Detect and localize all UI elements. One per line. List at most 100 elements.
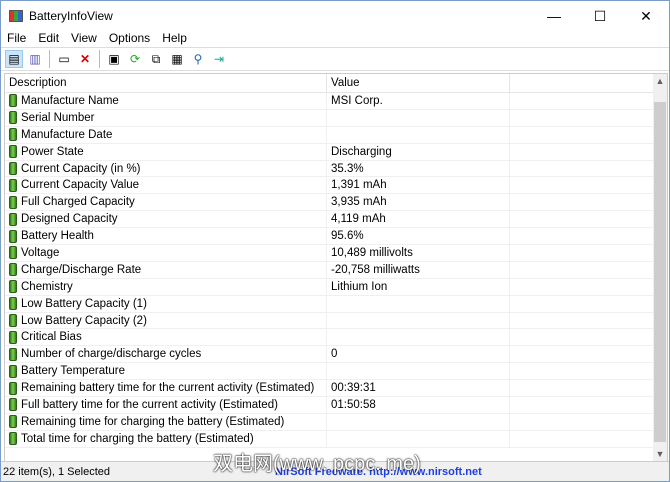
table-row[interactable]: Critical Bias bbox=[5, 329, 667, 347]
menu-help[interactable]: Help bbox=[162, 31, 187, 46]
row-description: Battery Temperature bbox=[21, 365, 125, 378]
table-row[interactable]: Full Charged Capacity 3,935 mAh bbox=[5, 194, 667, 212]
row-empty-cell bbox=[510, 430, 655, 447]
row-empty-cell bbox=[510, 261, 655, 278]
row-empty-cell bbox=[510, 194, 655, 211]
vertical-scrollbar[interactable]: ▲ ▼ bbox=[653, 74, 667, 461]
close-button[interactable]: ✕ bbox=[623, 1, 669, 31]
table-row[interactable]: Low Battery Capacity (1) bbox=[5, 295, 667, 313]
table-row[interactable]: Remaining battery time for the current a… bbox=[5, 380, 667, 398]
row-value bbox=[327, 109, 510, 126]
battery-icon bbox=[9, 145, 17, 159]
title-bar: BatteryInfoView — ☐ ✕ bbox=[1, 1, 669, 31]
save-icon[interactable]: ▣ bbox=[105, 50, 123, 68]
table-row[interactable]: Total time for charging the battery (Est… bbox=[5, 430, 667, 448]
row-description: Low Battery Capacity (2) bbox=[21, 314, 147, 327]
table-row[interactable]: Number of charge/discharge cycles 0 bbox=[5, 346, 667, 364]
column-header-value[interactable]: Value bbox=[327, 74, 510, 92]
refresh-icon[interactable]: ⟳ bbox=[126, 50, 144, 68]
battery-icon bbox=[9, 263, 17, 277]
row-description: Manufacture Name bbox=[21, 94, 119, 107]
find-icon[interactable]: ⚲ bbox=[189, 50, 207, 68]
copy-icon[interactable]: ⧉ bbox=[147, 50, 165, 68]
row-empty-cell bbox=[510, 126, 655, 143]
row-description: Remaining battery time for the current a… bbox=[21, 382, 315, 395]
table-row[interactable]: Battery Health 95.6% bbox=[5, 228, 667, 246]
battery-icon bbox=[9, 128, 17, 142]
row-empty-cell bbox=[510, 380, 655, 397]
row-empty-cell bbox=[510, 397, 655, 413]
table-row[interactable]: Manufacture Name MSI Corp. bbox=[5, 93, 667, 110]
row-empty-cell bbox=[510, 413, 655, 430]
row-description: Designed Capacity bbox=[21, 213, 118, 226]
clipboard-icon[interactable]: ▥ bbox=[26, 50, 44, 68]
row-value bbox=[327, 329, 510, 346]
row-value: 0 bbox=[327, 346, 510, 363]
watermark: 双电网(www. pcpc. me) bbox=[213, 453, 421, 475]
menu-view[interactable]: View bbox=[71, 31, 97, 46]
scrollbar-thumb[interactable] bbox=[654, 102, 666, 442]
row-description: Power State bbox=[21, 145, 84, 158]
table-row[interactable]: Power State Discharging bbox=[5, 143, 667, 161]
row-description: Serial Number bbox=[21, 111, 95, 124]
menu-edit[interactable]: Edit bbox=[38, 31, 59, 46]
battery-icon bbox=[9, 94, 17, 108]
row-description: Remaining time for charging the battery … bbox=[21, 415, 285, 428]
table-row[interactable]: Current Capacity (in %) 35.3% bbox=[5, 160, 667, 178]
html-report-icon[interactable]: ▭ bbox=[55, 50, 73, 68]
menu-options[interactable]: Options bbox=[109, 31, 150, 46]
delete-icon[interactable]: ✕ bbox=[76, 50, 94, 68]
row-description: Number of charge/discharge cycles bbox=[21, 348, 202, 361]
battery-app-icon bbox=[9, 10, 23, 22]
row-value: Lithium Ion bbox=[327, 278, 510, 295]
maximize-button[interactable]: ☐ bbox=[577, 1, 623, 31]
row-empty-cell bbox=[510, 329, 655, 346]
table-row[interactable]: Current Capacity Value 1,391 mAh bbox=[5, 177, 667, 195]
table-row[interactable]: Battery Temperature bbox=[5, 363, 667, 381]
menu-file[interactable]: File bbox=[7, 31, 26, 46]
row-empty-cell bbox=[510, 228, 655, 245]
row-value: 3,935 mAh bbox=[327, 194, 510, 211]
battery-icon bbox=[9, 432, 17, 446]
window-title: BatteryInfoView bbox=[29, 9, 113, 23]
table-row[interactable]: Serial Number bbox=[5, 109, 667, 127]
table-row[interactable]: Full battery time for the current activi… bbox=[5, 397, 667, 414]
table-row[interactable]: Chemistry Lithium Ion bbox=[5, 278, 667, 296]
minimize-button[interactable]: — bbox=[531, 1, 577, 31]
row-empty-cell bbox=[510, 363, 655, 380]
battery-info-list[interactable]: Description Value Manufacture Name MSI Co… bbox=[4, 73, 668, 462]
row-description: Current Capacity Value bbox=[21, 179, 140, 192]
battery-icon bbox=[9, 162, 17, 175]
row-empty-cell bbox=[510, 295, 655, 312]
battery-icon bbox=[9, 280, 17, 294]
table-row[interactable]: Manufacture Date bbox=[5, 126, 667, 144]
row-empty-cell bbox=[510, 177, 655, 194]
battery-icon bbox=[9, 415, 17, 429]
table-row[interactable]: Charge/Discharge Rate -20,758 milliwatts bbox=[5, 261, 667, 279]
row-description: Manufacture Date bbox=[21, 128, 113, 141]
scroll-down-arrow[interactable]: ▼ bbox=[653, 449, 667, 459]
row-empty-cell bbox=[510, 93, 655, 109]
row-value: 1,391 mAh bbox=[327, 177, 510, 194]
table-row[interactable]: Low Battery Capacity (2) bbox=[5, 312, 667, 330]
column-header-description[interactable]: Description bbox=[5, 74, 327, 92]
exit-icon[interactable]: ⇥ bbox=[210, 50, 228, 68]
battery-icon bbox=[9, 246, 17, 260]
battery-icon bbox=[9, 330, 17, 344]
row-description: Current Capacity (in %) bbox=[21, 162, 141, 175]
table-row[interactable]: Designed Capacity 4,119 mAh bbox=[5, 211, 667, 229]
table-row[interactable]: Remaining time for charging the battery … bbox=[5, 413, 667, 431]
table-row[interactable]: Voltage 10,489 millivolts bbox=[5, 245, 667, 262]
properties-icon[interactable]: ▤ bbox=[5, 50, 23, 68]
row-description: Chemistry bbox=[21, 280, 73, 293]
scroll-up-arrow[interactable]: ▲ bbox=[653, 76, 667, 86]
row-value bbox=[327, 295, 510, 312]
row-empty-cell bbox=[510, 312, 655, 329]
battery-icon bbox=[9, 178, 17, 192]
row-value bbox=[327, 430, 510, 447]
toolbar: ▤ ▥ ▭ ✕ ▣ ⟳ ⧉ ▦ ⚲ ⇥ bbox=[1, 47, 669, 71]
row-description: Battery Health bbox=[21, 230, 94, 243]
options-icon[interactable]: ▦ bbox=[168, 50, 186, 68]
row-value: 10,489 millivolts bbox=[327, 245, 510, 261]
row-description: Full Charged Capacity bbox=[21, 196, 135, 209]
